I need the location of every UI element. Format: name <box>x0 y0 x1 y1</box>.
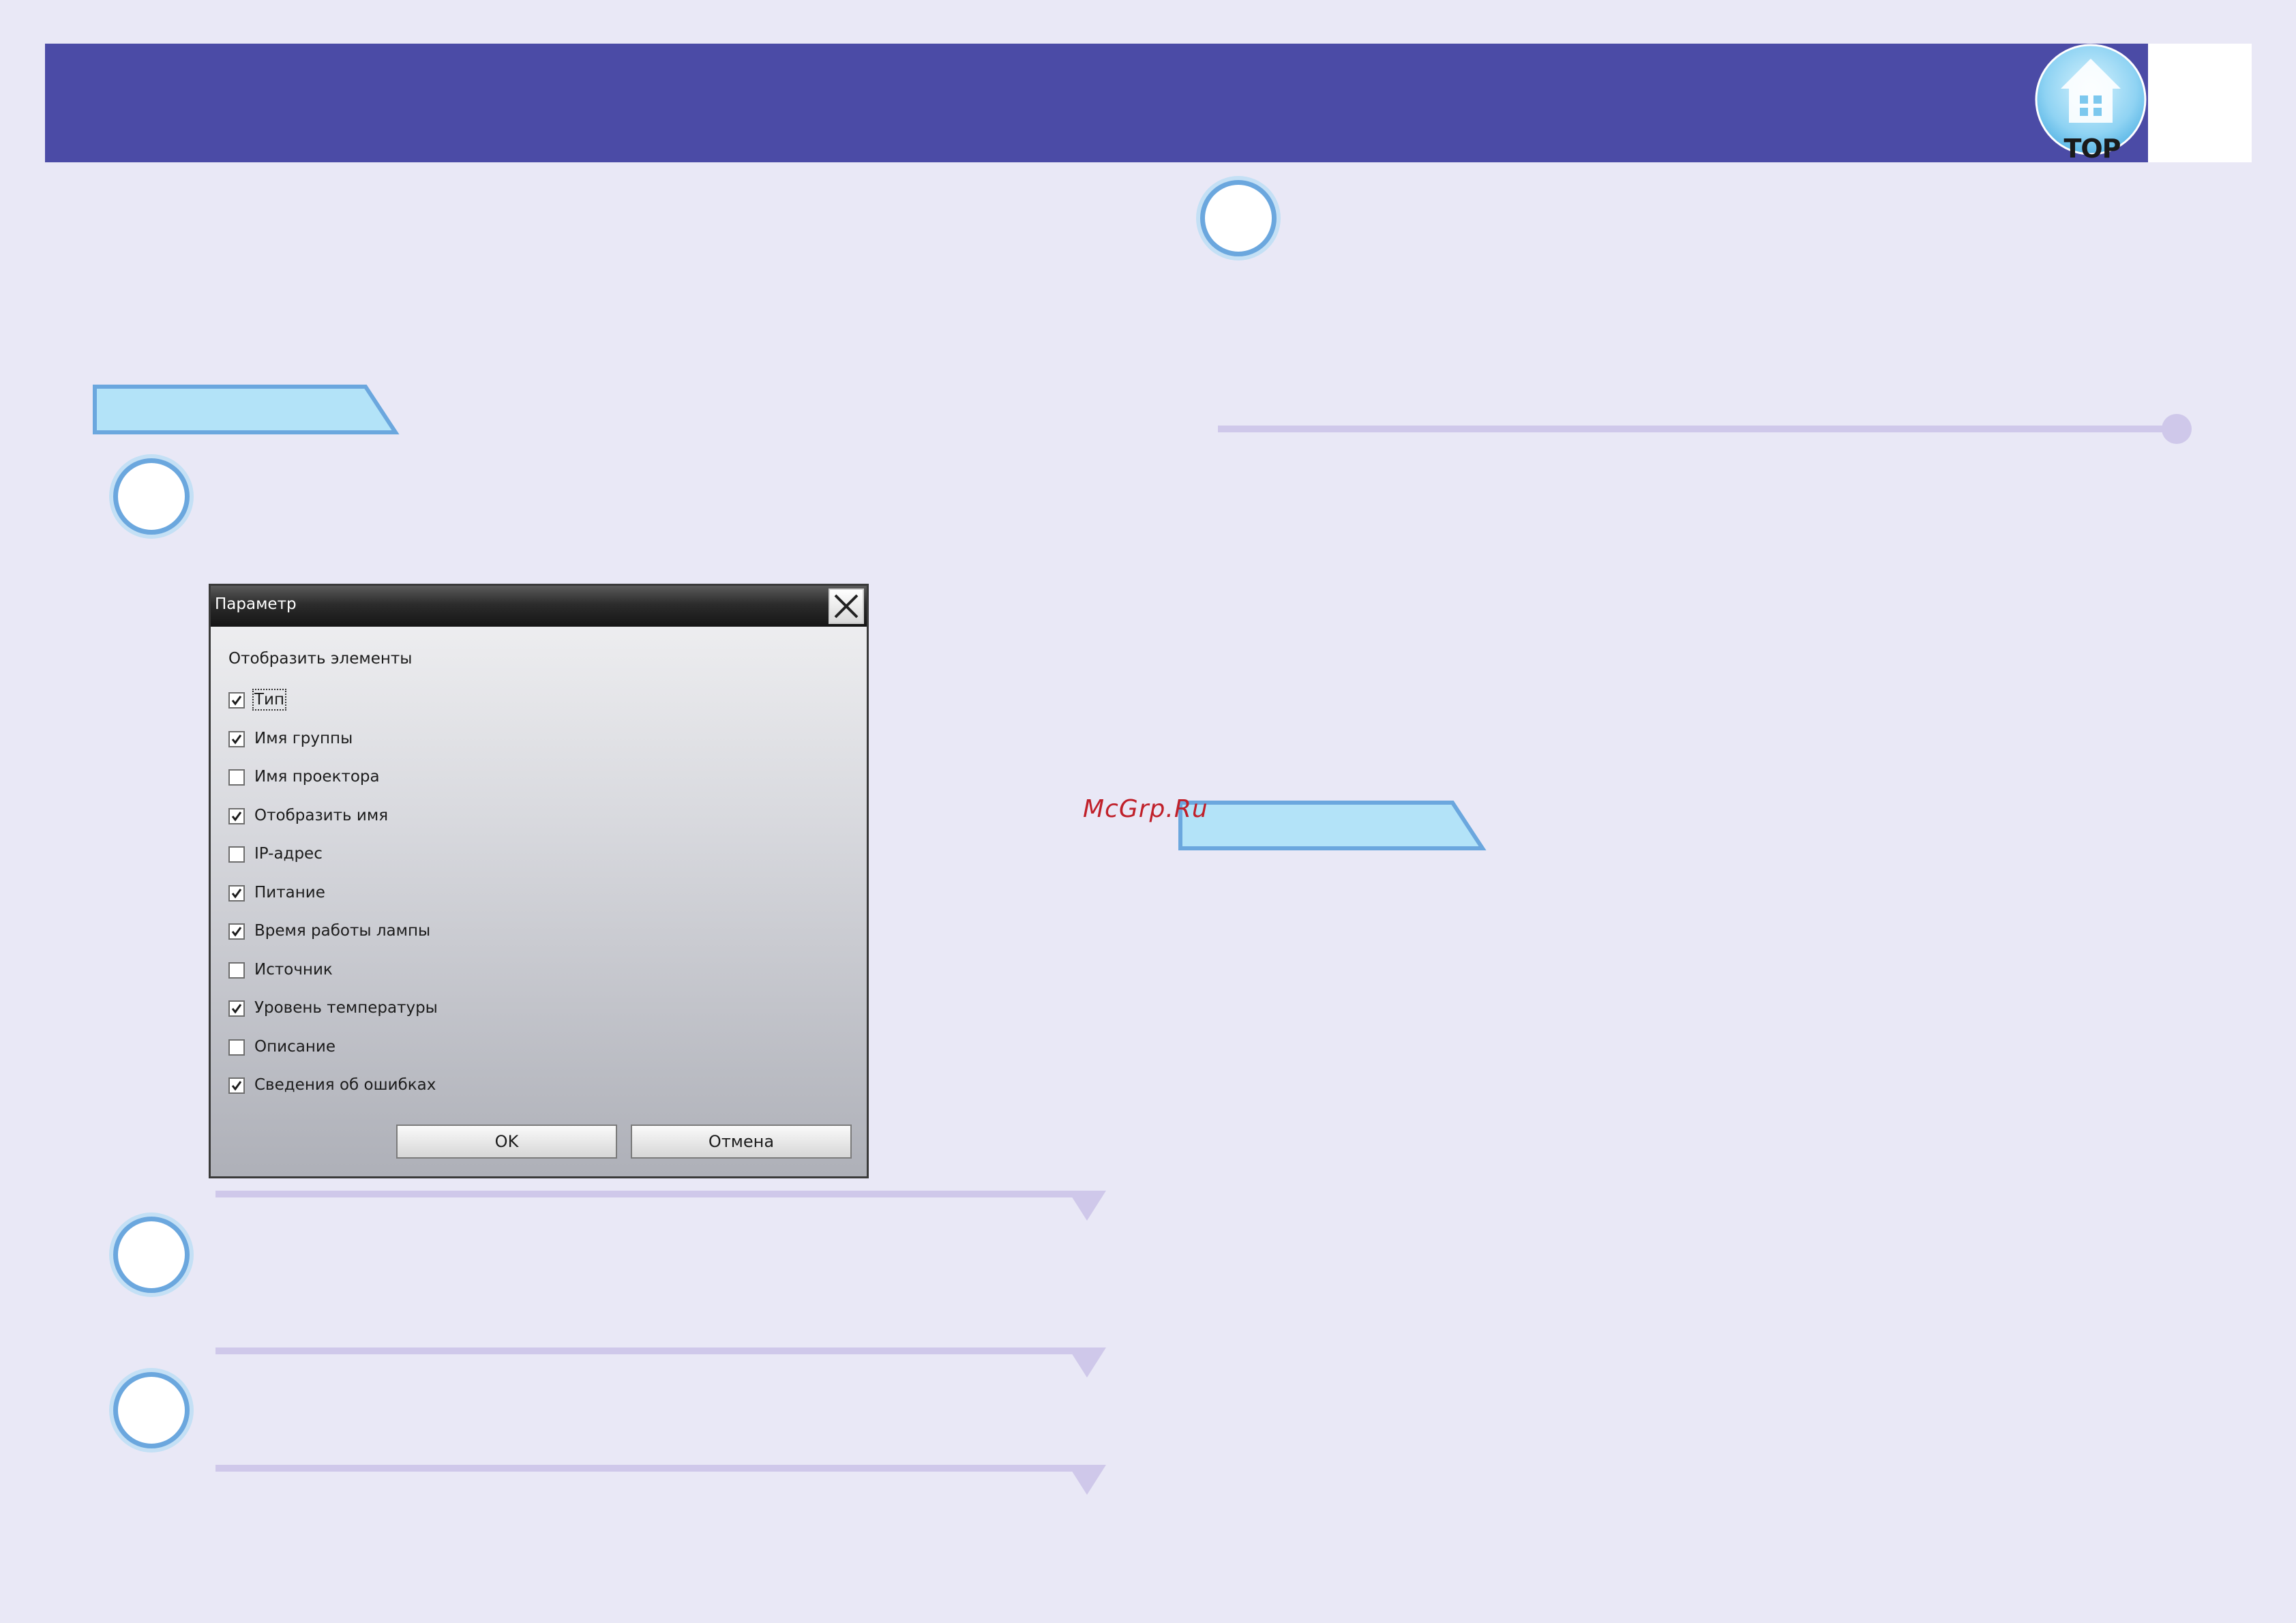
close-button[interactable] <box>829 589 864 624</box>
checkbox-checked[interactable] <box>228 692 245 709</box>
checkbox-label: Уровень температуры <box>254 999 438 1017</box>
cancel-button[interactable]: Отмена <box>631 1125 852 1159</box>
checkbox-unchecked[interactable] <box>228 962 245 979</box>
checkbox-unchecked[interactable] <box>228 1039 245 1056</box>
checkbox-label: Время работы лампы <box>254 922 431 940</box>
ok-button[interactable]: OK <box>396 1125 617 1159</box>
dialog-title: Параметр <box>215 595 297 613</box>
step-circle-1 <box>113 458 190 535</box>
display-items-label: Отобразить элементы <box>228 650 413 668</box>
header-right-panel <box>2148 44 2252 162</box>
checkmark-icon <box>231 1004 242 1014</box>
checkbox-label: Источник <box>254 960 333 979</box>
close-icon <box>834 594 859 619</box>
checkbox-label: Имя проектора <box>254 768 380 786</box>
step-circle-3 <box>113 1372 190 1448</box>
checkbox-label: Тип <box>252 689 287 711</box>
dialog-titlebar: Параметр <box>211 586 867 627</box>
watermark-text: McGrp.Ru <box>1083 795 1208 823</box>
checkbox-label: Сведения об ошибках <box>254 1076 436 1094</box>
checkmark-icon <box>231 811 242 821</box>
checkbox-checked[interactable] <box>228 730 245 747</box>
checkbox-label: Описание <box>254 1037 336 1056</box>
checkmark-icon <box>231 927 242 937</box>
section-tab-left <box>93 385 400 434</box>
checkbox-label: Отобразить имя <box>254 806 389 824</box>
divider-step-1 <box>215 1191 1106 1221</box>
section-tab-right <box>1178 801 1487 850</box>
divider-right-line <box>1218 414 2192 444</box>
checkmark-icon <box>231 1081 242 1091</box>
checkbox-checked[interactable] <box>228 807 245 824</box>
checkmark-icon <box>231 734 242 744</box>
checkmark-icon <box>231 696 242 706</box>
checkbox-label: Имя группы <box>254 729 353 747</box>
checkbox-unchecked[interactable] <box>228 846 245 863</box>
header-bar <box>45 44 2148 162</box>
checkbox-checked[interactable] <box>228 1000 245 1017</box>
divider-step-2 <box>215 1347 1106 1378</box>
parameter-dialog: Параметр Отобразить элементы Тип Имя груп… <box>209 584 869 1178</box>
step-circle-right <box>1200 180 1277 256</box>
checkmark-icon <box>231 888 242 898</box>
checkbox-checked[interactable] <box>228 923 245 940</box>
divider-step-3 <box>215 1465 1106 1495</box>
top-logo-label: TOP <box>2063 134 2121 164</box>
checkbox-checked[interactable] <box>228 1077 245 1094</box>
checkbox-label: Питание <box>254 883 325 902</box>
checkbox-checked[interactable] <box>228 884 245 902</box>
checkbox-label: IP-адрес <box>254 845 323 863</box>
step-circle-2 <box>113 1217 190 1293</box>
checkbox-unchecked[interactable] <box>228 769 245 786</box>
